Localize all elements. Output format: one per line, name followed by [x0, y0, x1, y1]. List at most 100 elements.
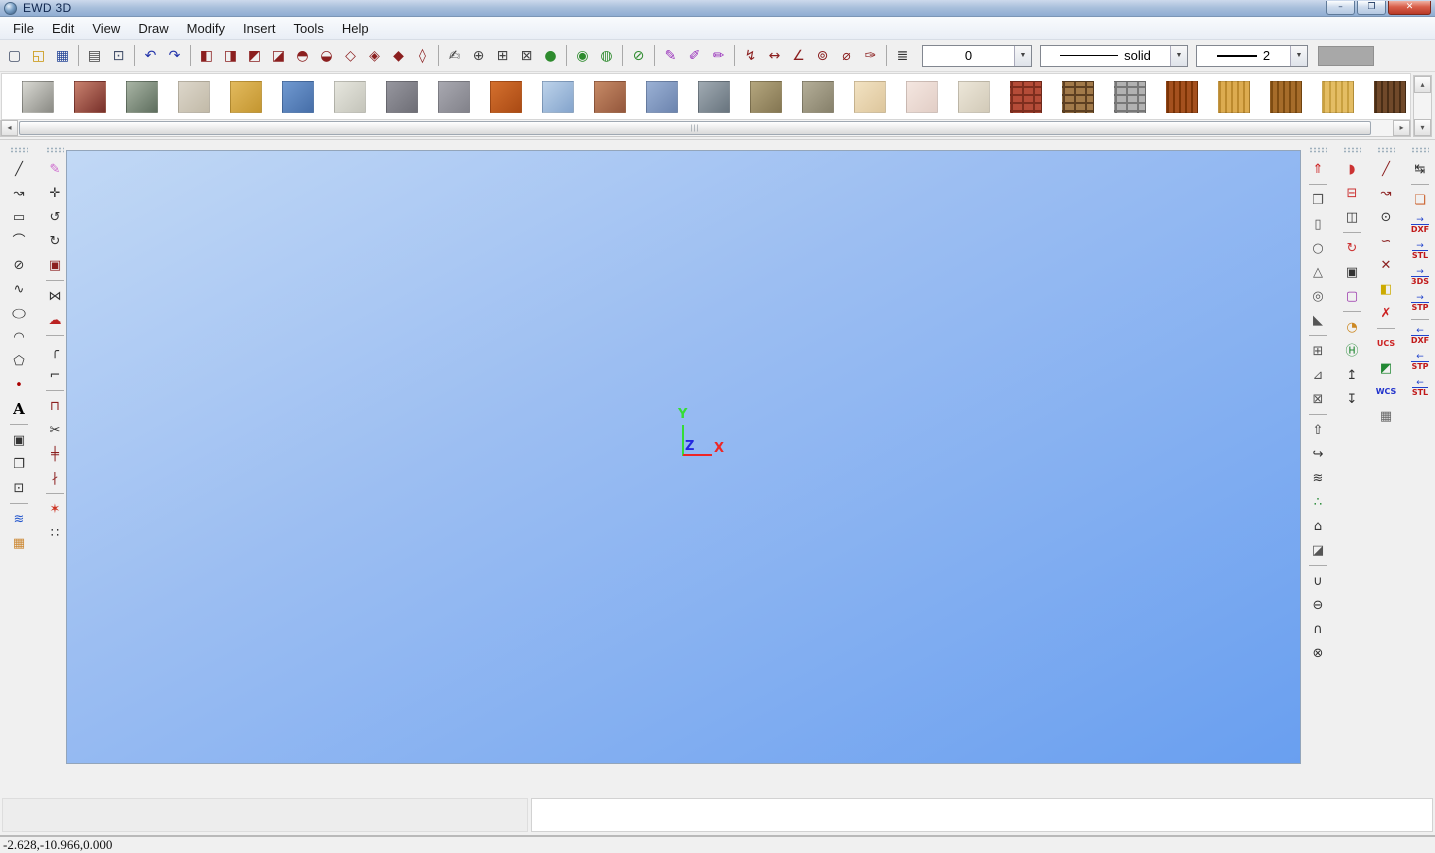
ucs-face-tool[interactable]: ◩	[1375, 357, 1397, 379]
view-iso-nw-button[interactable]: ◊	[411, 44, 434, 67]
toolbar-grip[interactable]	[1343, 147, 1361, 153]
zoom-button[interactable]: ⊕	[467, 44, 490, 67]
material-map-tool[interactable]: Ⓗ	[1341, 340, 1363, 362]
torus-tool[interactable]: ◎	[1307, 285, 1329, 307]
sweep-tool[interactable]: ↪	[1307, 443, 1329, 465]
texture-hscrollbar[interactable]: ◂ ||| ▸	[0, 120, 1411, 137]
chevron-down-icon[interactable]: ▼	[1014, 46, 1031, 66]
scroll-right-icon[interactable]: ▸	[1393, 120, 1410, 136]
delete-point-tool[interactable]: ✗	[1375, 302, 1397, 324]
texture-woven-gray[interactable]	[802, 81, 834, 113]
texture-beige-fabric[interactable]	[178, 81, 210, 113]
slice-tool[interactable]: ◗	[1341, 158, 1363, 180]
toolbar-grip[interactable]	[10, 147, 28, 153]
view-right-button[interactable]: ◨	[219, 44, 242, 67]
chevron-down-icon[interactable]: ▼	[1290, 46, 1307, 66]
vscroll-track[interactable]	[1414, 93, 1431, 119]
texture-gold-stone[interactable]	[230, 81, 262, 113]
line-tool[interactable]: ╱	[8, 158, 30, 180]
scroll-up-icon[interactable]: ▴	[1414, 76, 1431, 93]
menu-view[interactable]: View	[83, 19, 129, 38]
color-swatch-button[interactable]	[1318, 46, 1374, 66]
menu-file[interactable]: File	[4, 19, 43, 38]
menu-edit[interactable]: Edit	[43, 19, 83, 38]
line-3d-tool[interactable]: ╱	[1375, 158, 1397, 180]
texture-green-metal[interactable]	[126, 81, 158, 113]
point-tool[interactable]: •	[8, 374, 30, 396]
paint-material-button[interactable]: ✎	[659, 44, 682, 67]
chamfer-tool[interactable]: ⌐	[44, 364, 66, 386]
cylinder-tool[interactable]: ▯	[1307, 213, 1329, 235]
render-shaded-button[interactable]: ◉	[571, 44, 594, 67]
break-tool[interactable]: ⊓	[44, 395, 66, 417]
import-3ds-button[interactable]: →3DS	[1409, 265, 1431, 289]
export-stl-button[interactable]: ←STL	[1409, 376, 1431, 400]
block-export-tool[interactable]: ↥	[1341, 364, 1363, 386]
texture-mixed-brick[interactable]	[1062, 81, 1094, 113]
render-hidden-button[interactable]: ◍	[595, 44, 618, 67]
mirror-tool[interactable]: ⋈	[44, 285, 66, 307]
command-input-panel[interactable]	[531, 798, 1433, 832]
chevron-down-icon[interactable]: ▼	[1170, 46, 1187, 66]
new-sheet-tool[interactable]: ▢	[1341, 285, 1363, 307]
layers-button[interactable]: ≣	[891, 44, 914, 67]
extrude-tool[interactable]: ⇑	[1307, 158, 1329, 180]
trim-tool[interactable]: ✂	[44, 419, 66, 441]
texture-dark-plank-wood[interactable]	[1374, 81, 1406, 113]
toggle-camera-button[interactable]: ⊘	[627, 44, 650, 67]
texture-white-sparkle[interactable]	[334, 81, 366, 113]
rotate-reference-tool[interactable]: ↺	[44, 206, 66, 228]
align-3d-tool[interactable]: ▣	[1341, 261, 1363, 283]
polyline-3d-tool[interactable]: ↝	[1375, 182, 1397, 204]
restore-button[interactable]: ❐	[1357, 1, 1386, 15]
close-button[interactable]: ✕	[1388, 1, 1431, 15]
loft-tool[interactable]: ≋	[1307, 467, 1329, 489]
divide-tool[interactable]: ╪	[44, 443, 66, 465]
spline-tool[interactable]: ∿	[8, 278, 30, 300]
export-stp-button[interactable]: ←STP	[1409, 350, 1431, 374]
circle-tool[interactable]: ⊘	[8, 254, 30, 276]
texture-slate-marble[interactable]	[646, 81, 678, 113]
viewport-canvas[interactable]: Y X Z	[66, 150, 1301, 764]
render-pie-tool[interactable]: ◔	[1341, 316, 1363, 338]
print-preview-button[interactable]: ⊡	[107, 44, 130, 67]
block-import-tool[interactable]: ↧	[1341, 388, 1363, 410]
boolean-interfere-tool[interactable]: ⊗	[1307, 642, 1329, 664]
solid-group-tool[interactable]: ⊞	[1307, 340, 1329, 362]
undo-button[interactable]: ↶	[139, 44, 162, 67]
toolbar-grip[interactable]	[1309, 147, 1327, 153]
fillet-tool[interactable]: ╭	[44, 340, 66, 362]
save-button[interactable]: ▦	[51, 44, 74, 67]
menu-tools[interactable]: Tools	[284, 19, 332, 38]
break-at-point-tool[interactable]: ∤	[44, 467, 66, 489]
import-stl-button[interactable]: →STL	[1409, 239, 1431, 263]
texture-stone-brick[interactable]	[1114, 81, 1146, 113]
texture-pine-wood[interactable]	[1322, 81, 1354, 113]
view-iso-se-button[interactable]: ◈	[363, 44, 386, 67]
wcs-tool[interactable]: WCS	[1375, 381, 1397, 403]
wedge-tool[interactable]: ◣	[1307, 309, 1329, 331]
insert-image-tool[interactable]: ▣	[8, 429, 30, 451]
mirror-3d-tool[interactable]: ◫	[1341, 206, 1363, 228]
boolean-intersect-tool[interactable]: ∩	[1307, 618, 1329, 640]
toolbar-grip[interactable]	[1411, 147, 1429, 153]
sphere-tool[interactable]: ○	[1307, 237, 1329, 259]
view-front-button[interactable]: ◩	[243, 44, 266, 67]
texture-blue-marble[interactable]	[542, 81, 574, 113]
zoom-window-button[interactable]: ⊞	[491, 44, 514, 67]
texture-light-granite[interactable]	[438, 81, 470, 113]
angular-dim-button[interactable]: ∠	[787, 44, 810, 67]
diameter-dim-button[interactable]: ⌀	[835, 44, 858, 67]
color-spectrum-tool[interactable]: ≋	[8, 508, 30, 530]
arc-tool[interactable]: ⌒	[8, 230, 30, 252]
texture-cream-marble[interactable]	[854, 81, 886, 113]
texture-copper[interactable]	[74, 81, 106, 113]
texture-orange-speckle[interactable]	[490, 81, 522, 113]
toolbar-grip[interactable]	[46, 147, 64, 153]
redo-button[interactable]: ↷	[163, 44, 186, 67]
erase-material-button[interactable]: ✏	[707, 44, 730, 67]
arc-3point-tool[interactable]: ◠	[8, 326, 30, 348]
menu-insert[interactable]: Insert	[234, 19, 285, 38]
move-tool[interactable]: ✛	[44, 182, 66, 204]
view-left-button[interactable]: ◧	[195, 44, 218, 67]
